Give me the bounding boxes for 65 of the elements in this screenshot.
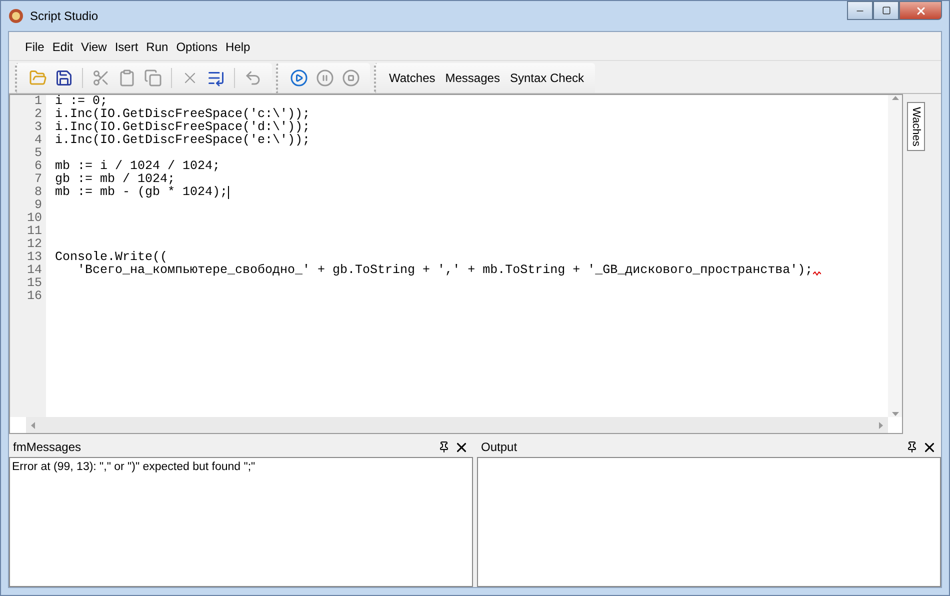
line-number: 6 (33, 160, 43, 173)
vertical-scrollbar[interactable] (888, 95, 902, 417)
line-number: 1 (33, 95, 43, 108)
code-line: mb := i / 1024 / 1024; (55, 160, 220, 173)
menu-item[interactable]: View (77, 38, 111, 56)
play-button[interactable] (288, 67, 310, 89)
minimize-button[interactable] (847, 1, 873, 20)
menu-item[interactable]: Run (142, 38, 172, 56)
pin-icon (906, 441, 918, 453)
code-line: mb := mb - (gb * 1024); (55, 186, 228, 199)
menu-item[interactable]: Options (172, 38, 222, 56)
folder-icon (29, 69, 47, 87)
code-line: i.Inc(IO.GetDiscFreeSpace('e:\')); (55, 134, 310, 147)
line-number: 3 (33, 121, 43, 134)
line-number: 2 (33, 108, 43, 121)
line-number: 4 (33, 134, 43, 147)
clipboard-icon (118, 69, 136, 87)
code-line: gb := mb / 1024; (55, 173, 176, 186)
undo-icon (244, 69, 262, 87)
menu-item[interactable]: File (21, 38, 48, 56)
line-number: 15 (26, 277, 43, 290)
side-tab[interactable]: Waches (907, 102, 925, 152)
line-number: 14 (26, 264, 43, 277)
scroll-right-icon[interactable] (877, 422, 884, 428)
play-icon (290, 69, 308, 87)
code-line: i.Inc(IO.GetDiscFreeSpace('c:\')); (55, 108, 310, 121)
code-line: 'Всего_на_компьютере_свободно_' + gb.ToString + ',' + mb.ToString + '_GB_дискового_пространства'); (76, 264, 813, 277)
menu-item[interactable]: Help (222, 38, 254, 56)
line-number: 13 (26, 251, 43, 264)
window-title: Script Studio (30, 9, 100, 23)
copy-icon (144, 69, 162, 87)
pin-button[interactable] (906, 441, 918, 453)
maximize-button[interactable] (873, 1, 899, 20)
panel-title: Output (481, 440, 518, 454)
line-number: 11 (26, 225, 43, 238)
app-icon (8, 8, 24, 24)
scroll-left-icon[interactable] (30, 422, 37, 428)
menu-item[interactable]: Edit (48, 38, 78, 56)
stop-icon (342, 69, 360, 87)
scroll-down-icon[interactable] (892, 410, 898, 417)
message-line: Error at (99, 13): "," or ")" expected but found ";" (12, 461, 256, 473)
pin-icon (438, 441, 450, 453)
menu-item[interactable]: Isert (110, 38, 142, 56)
scroll-up-icon[interactable] (892, 95, 898, 102)
code-line: i.Inc(IO.GetDiscFreeSpace('d:\')); (55, 121, 310, 134)
line-number: 8 (33, 186, 43, 199)
line-number: 9 (33, 199, 43, 212)
line-number: 12 (26, 238, 43, 251)
scissors-icon (92, 69, 110, 87)
indent-icon (207, 69, 225, 87)
pause-icon (316, 69, 334, 87)
line-number: 10 (26, 212, 43, 225)
line-number: 7 (33, 173, 43, 186)
toolbar-tab[interactable]: Syntax Check (506, 71, 587, 85)
line-number: 16 (26, 290, 43, 303)
pin-button[interactable] (438, 441, 450, 453)
code-line: i := 0; (55, 95, 108, 108)
code-line: Console.Write(( (55, 251, 168, 264)
line-number: 5 (33, 147, 43, 160)
horizontal-scrollbar[interactable] (26, 417, 888, 433)
close-icon (914, 4, 926, 16)
toolbar-tab[interactable]: Watches (386, 71, 438, 85)
panel-title: fmMessages (13, 440, 82, 454)
maximize-icon (882, 6, 890, 15)
toolbar-tab[interactable]: Messages (442, 71, 503, 85)
